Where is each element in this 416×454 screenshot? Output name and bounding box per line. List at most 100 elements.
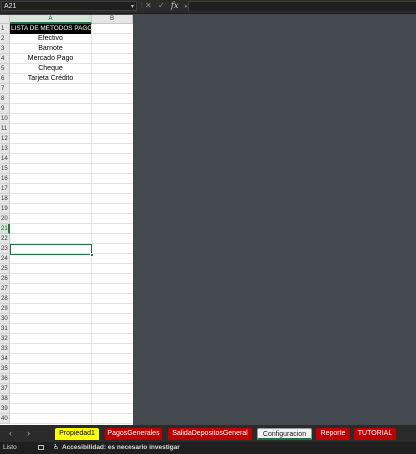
cell-a27[interactable] bbox=[10, 284, 92, 294]
sheet-tab-propiedad1[interactable]: Propiedad1 bbox=[55, 428, 99, 440]
cell-b1[interactable] bbox=[92, 24, 133, 34]
formula-input[interactable] bbox=[188, 1, 416, 11]
row-header-3[interactable]: 3 bbox=[0, 44, 10, 54]
cell-a19[interactable] bbox=[10, 204, 92, 214]
row-header-21[interactable]: 21 bbox=[0, 224, 10, 234]
row-header-34[interactable]: 34 bbox=[0, 354, 10, 364]
cell-a18[interactable] bbox=[10, 194, 92, 204]
spreadsheet-grid[interactable]: A B LISTA DE METODOS PAGO Efectivo Barnote… bbox=[0, 15, 133, 425]
cell-b23[interactable] bbox=[92, 244, 133, 254]
cell-b34[interactable] bbox=[92, 354, 133, 364]
cell-b40[interactable] bbox=[92, 414, 133, 424]
cell-b5[interactable] bbox=[92, 64, 133, 74]
row-header-15[interactable]: 15 bbox=[0, 164, 10, 174]
cell-b4[interactable] bbox=[92, 54, 133, 64]
cell-b14[interactable] bbox=[92, 154, 133, 164]
cell-a9[interactable] bbox=[10, 104, 92, 114]
row-header-28[interactable]: 28 bbox=[0, 294, 10, 304]
row-header-24[interactable]: 24 bbox=[0, 254, 10, 264]
cell-b15[interactable] bbox=[92, 164, 133, 174]
cell-a1[interactable]: LISTA DE METODOS PAGO bbox=[10, 24, 92, 34]
sheet-tab-reporte[interactable]: Reporte bbox=[316, 428, 350, 440]
row-header-36[interactable]: 36 bbox=[0, 374, 10, 384]
cell-a11[interactable] bbox=[10, 124, 92, 134]
row-header-31[interactable]: 31 bbox=[0, 324, 10, 334]
cell-b33[interactable] bbox=[92, 344, 133, 354]
sheet-tab-pagosgenerales[interactable]: PagosGenerales bbox=[105, 428, 162, 440]
cell-a12[interactable] bbox=[10, 134, 92, 144]
cell-a33[interactable] bbox=[10, 344, 92, 354]
cell-b11[interactable] bbox=[92, 124, 133, 134]
row-header-35[interactable]: 35 bbox=[0, 364, 10, 374]
cell-b13[interactable] bbox=[92, 144, 133, 154]
cell-a6[interactable]: Tarjeta Crédito bbox=[10, 74, 92, 84]
cell-b2[interactable] bbox=[92, 34, 133, 44]
sheet-tab-configuracion[interactable]: Configuracion bbox=[257, 428, 312, 440]
cell-b6[interactable] bbox=[92, 74, 133, 84]
column-header-b[interactable]: B bbox=[92, 15, 133, 24]
cell-a36[interactable] bbox=[10, 374, 92, 384]
cell-b29[interactable] bbox=[92, 304, 133, 314]
sheet-tab-tutorial[interactable]: TUTORIAL bbox=[354, 428, 396, 440]
cell-a8[interactable] bbox=[10, 94, 92, 104]
cell-b27[interactable] bbox=[92, 284, 133, 294]
cell-a26[interactable] bbox=[10, 274, 92, 284]
cell-b7[interactable] bbox=[92, 84, 133, 94]
cell-a16[interactable] bbox=[10, 174, 92, 184]
sheet-view-icon[interactable] bbox=[38, 445, 44, 450]
row-header-12[interactable]: 12 bbox=[0, 134, 10, 144]
cancel-icon[interactable]: ✕ bbox=[145, 1, 152, 10]
chevron-down-icon[interactable]: ▾ bbox=[131, 2, 134, 12]
cell-a38[interactable] bbox=[10, 394, 92, 404]
row-header-40[interactable]: 40 bbox=[0, 414, 10, 424]
cell-b38[interactable] bbox=[92, 394, 133, 404]
row-header-11[interactable]: 11 bbox=[0, 124, 10, 134]
cell-a20[interactable] bbox=[10, 214, 92, 224]
cell-a3[interactable]: Barnote bbox=[10, 44, 92, 54]
row-header-1[interactable]: 1 bbox=[0, 24, 10, 34]
cell-a4[interactable]: Mercado Pago bbox=[10, 54, 92, 64]
cell-b19[interactable] bbox=[92, 204, 133, 214]
accessibility-status[interactable]: Accesibilidad: es necesario investigar bbox=[62, 442, 180, 454]
cell-b20[interactable] bbox=[92, 214, 133, 224]
cell-b39[interactable] bbox=[92, 404, 133, 414]
cell-a24[interactable] bbox=[10, 254, 92, 264]
cell-a35[interactable] bbox=[10, 364, 92, 374]
cell-a21[interactable] bbox=[10, 224, 92, 234]
cell-b18[interactable] bbox=[92, 194, 133, 204]
cell-b17[interactable] bbox=[92, 184, 133, 194]
cell-b24[interactable] bbox=[92, 254, 133, 264]
cell-b26[interactable] bbox=[92, 274, 133, 284]
row-header-18[interactable]: 18 bbox=[0, 194, 10, 204]
row-header-6[interactable]: 6 bbox=[0, 74, 10, 84]
cell-a5[interactable]: Cheque bbox=[10, 64, 92, 74]
insert-function-icon[interactable]: fx bbox=[171, 1, 178, 10]
row-header-2[interactable]: 2 bbox=[0, 34, 10, 44]
cell-a29[interactable] bbox=[10, 304, 92, 314]
sheet-tab-salidadepositosgeneral[interactable]: SalidaDepositosGeneral bbox=[168, 428, 252, 440]
accessibility-icon[interactable]: ♿ bbox=[53, 442, 59, 454]
cell-b36[interactable] bbox=[92, 374, 133, 384]
select-all-corner[interactable] bbox=[0, 15, 10, 24]
cell-a25[interactable] bbox=[10, 264, 92, 274]
row-header-10[interactable]: 10 bbox=[0, 114, 10, 124]
cell-a37[interactable] bbox=[10, 384, 92, 394]
cell-b22[interactable] bbox=[92, 234, 133, 244]
cell-a14[interactable] bbox=[10, 154, 92, 164]
cell-a30[interactable] bbox=[10, 314, 92, 324]
row-header-29[interactable]: 29 bbox=[0, 304, 10, 314]
cell-a32[interactable] bbox=[10, 334, 92, 344]
row-header-17[interactable]: 17 bbox=[0, 184, 10, 194]
cell-a15[interactable] bbox=[10, 164, 92, 174]
row-header-37[interactable]: 37 bbox=[0, 384, 10, 394]
cell-a17[interactable] bbox=[10, 184, 92, 194]
row-header-4[interactable]: 4 bbox=[0, 54, 10, 64]
row-header-27[interactable]: 27 bbox=[0, 284, 10, 294]
cell-b35[interactable] bbox=[92, 364, 133, 374]
cell-b12[interactable] bbox=[92, 134, 133, 144]
cell-b28[interactable] bbox=[92, 294, 133, 304]
cell-a34[interactable] bbox=[10, 354, 92, 364]
cell-a40[interactable] bbox=[10, 414, 92, 424]
row-header-16[interactable]: 16 bbox=[0, 174, 10, 184]
cell-a28[interactable] bbox=[10, 294, 92, 304]
